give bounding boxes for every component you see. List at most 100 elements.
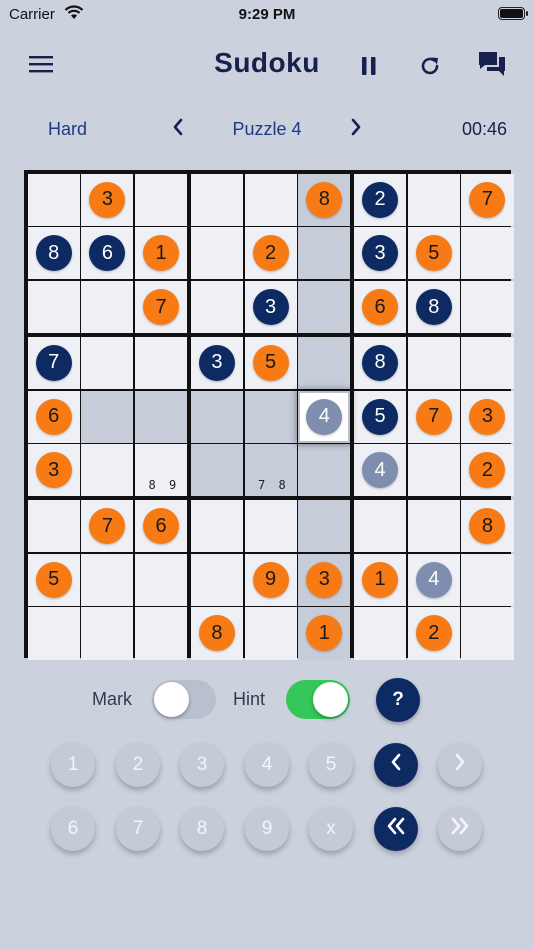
board-cell[interactable]	[244, 173, 297, 226]
board-cell[interactable]: 3	[81, 173, 134, 226]
redo-button[interactable]	[438, 743, 482, 787]
board-cell[interactable]: 8 9	[135, 444, 188, 497]
board-cell[interactable]	[27, 607, 80, 660]
board-cell[interactable]	[407, 500, 460, 553]
number-key-6[interactable]: 6	[51, 807, 95, 851]
board-cell[interactable]: 3	[244, 281, 297, 334]
board-cell[interactable]: 8	[461, 500, 514, 553]
undo-all-button[interactable]	[374, 807, 418, 851]
undo-button[interactable]	[374, 743, 418, 787]
board-cell[interactable]	[135, 553, 188, 606]
board-cell[interactable]: 8	[354, 336, 407, 389]
clear-key[interactable]: x	[309, 807, 353, 851]
board-cell[interactable]	[135, 607, 188, 660]
board-cell[interactable]: 3	[354, 227, 407, 280]
board-cell[interactable]: 7	[27, 336, 80, 389]
board-cell[interactable]: 4	[407, 553, 460, 606]
mark-toggle[interactable]	[152, 680, 216, 719]
feedback-button[interactable]	[474, 48, 510, 84]
board-cell[interactable]: 6	[27, 390, 80, 443]
board-cell[interactable]	[81, 553, 134, 606]
board-cell[interactable]	[407, 173, 460, 226]
board-cell[interactable]: 2	[244, 227, 297, 280]
board-cell[interactable]	[298, 444, 351, 497]
board-cell[interactable]	[135, 390, 188, 443]
board-cell[interactable]: 2	[407, 607, 460, 660]
number-key-9[interactable]: 9	[245, 807, 289, 851]
board-cell[interactable]: 9	[244, 553, 297, 606]
board-cell[interactable]: 6	[354, 281, 407, 334]
board-cell[interactable]	[27, 281, 80, 334]
board-cell[interactable]: 1	[298, 607, 351, 660]
board-cell[interactable]	[135, 173, 188, 226]
board-cell[interactable]: 8	[407, 281, 460, 334]
board-cell[interactable]: 7	[81, 500, 134, 553]
board-cell[interactable]	[407, 336, 460, 389]
board-cell[interactable]: 1	[135, 227, 188, 280]
board-cell[interactable]	[190, 227, 243, 280]
board-cell[interactable]: 7 8	[244, 444, 297, 497]
difficulty-selector[interactable]: Hard	[48, 119, 87, 140]
board-cell[interactable]	[461, 281, 514, 334]
pause-button[interactable]	[351, 50, 387, 86]
board-cell[interactable]	[81, 336, 134, 389]
board-cell[interactable]: 5	[407, 227, 460, 280]
previous-puzzle-button[interactable]	[166, 117, 190, 141]
board-cell[interactable]: 1	[354, 553, 407, 606]
board-cell[interactable]: 4	[354, 444, 407, 497]
next-puzzle-button[interactable]	[344, 117, 368, 141]
board-cell[interactable]: 8	[298, 173, 351, 226]
board-cell[interactable]: 6	[81, 227, 134, 280]
board-cell[interactable]: 2	[461, 444, 514, 497]
board-cell[interactable]: 3	[461, 390, 514, 443]
board-cell[interactable]: 6	[135, 500, 188, 553]
board-cell[interactable]	[298, 227, 351, 280]
board-cell[interactable]	[298, 500, 351, 553]
board-cell[interactable]: 5	[354, 390, 407, 443]
board-cell[interactable]	[190, 553, 243, 606]
board-cell[interactable]	[298, 281, 351, 334]
board-cell[interactable]	[190, 390, 243, 443]
board-cell[interactable]: 3	[298, 553, 351, 606]
hint-toggle[interactable]	[286, 680, 350, 719]
board-cell[interactable]: 7	[407, 390, 460, 443]
number-key-1[interactable]: 1	[51, 743, 95, 787]
board-cell[interactable]: 8	[27, 227, 80, 280]
board-cell[interactable]: 8	[190, 607, 243, 660]
board-cell[interactable]	[354, 500, 407, 553]
board-cell[interactable]	[27, 173, 80, 226]
board-cell[interactable]	[244, 390, 297, 443]
board-cell[interactable]	[135, 336, 188, 389]
board-cell[interactable]: 5	[27, 553, 80, 606]
board-cell[interactable]	[81, 607, 134, 660]
board-cell[interactable]	[461, 553, 514, 606]
number-key-4[interactable]: 4	[245, 743, 289, 787]
board-cell[interactable]	[298, 336, 351, 389]
board-cell[interactable]	[81, 281, 134, 334]
menu-button[interactable]	[23, 48, 59, 84]
number-key-7[interactable]: 7	[116, 807, 160, 851]
board-cell[interactable]	[190, 281, 243, 334]
board-cell[interactable]	[244, 607, 297, 660]
board-cell[interactable]	[190, 444, 243, 497]
board-cell[interactable]: 7	[461, 173, 514, 226]
board-cell[interactable]: 2	[354, 173, 407, 226]
board-cell[interactable]: 7	[135, 281, 188, 334]
number-key-3[interactable]: 3	[180, 743, 224, 787]
board-cell[interactable]: 3	[27, 444, 80, 497]
number-key-5[interactable]: 5	[309, 743, 353, 787]
board-cell[interactable]	[27, 500, 80, 553]
board-cell[interactable]	[190, 500, 243, 553]
board-cell[interactable]	[461, 336, 514, 389]
help-button[interactable]: ?	[376, 678, 420, 722]
number-key-2[interactable]: 2	[116, 743, 160, 787]
board-cell[interactable]	[354, 607, 407, 660]
board-cell[interactable]	[461, 607, 514, 660]
board-cell[interactable]	[81, 390, 134, 443]
board-cell[interactable]	[461, 227, 514, 280]
board-cell[interactable]	[190, 173, 243, 226]
redo-all-button[interactable]	[438, 807, 482, 851]
board-cell[interactable]	[81, 444, 134, 497]
board-cell[interactable]: 3	[190, 336, 243, 389]
board-cell[interactable]	[407, 444, 460, 497]
